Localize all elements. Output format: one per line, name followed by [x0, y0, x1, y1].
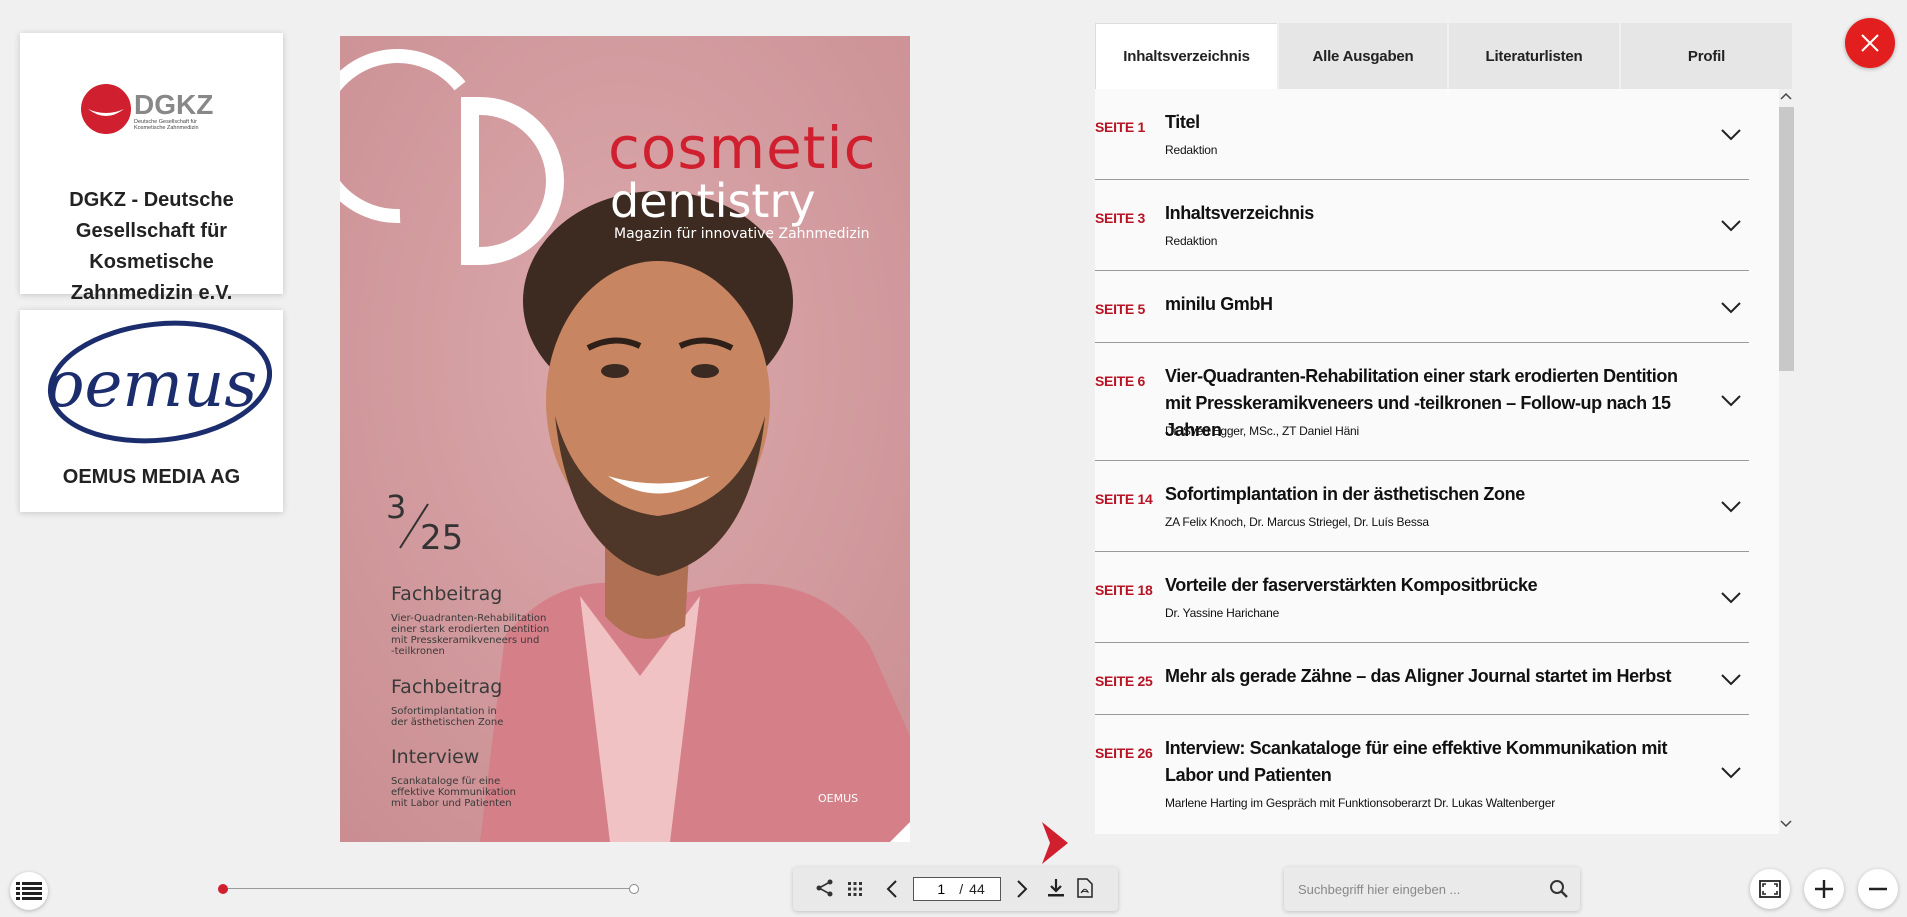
tab-inhaltsverzeichnis[interactable]: Inhaltsverzeichnis	[1095, 23, 1277, 89]
cover-title-dentistry: dentistry	[610, 174, 816, 228]
grid-icon[interactable]	[847, 881, 863, 897]
chevron-down-icon[interactable]	[1721, 129, 1741, 141]
chevron-left-icon[interactable]	[886, 880, 898, 898]
toc-page-label: SEITE 26	[1095, 745, 1153, 761]
toc-page-label: SEITE 18	[1095, 582, 1153, 598]
toc-page-label: SEITE 14	[1095, 491, 1153, 507]
tab-profil[interactable]: Profil	[1621, 23, 1792, 89]
toc-page-label: SEITE 6	[1095, 373, 1146, 389]
chevron-down-icon[interactable]	[1721, 592, 1741, 604]
oemus-logo: oemus	[46, 320, 272, 444]
page-slider-end	[629, 884, 639, 894]
chevron-down-icon[interactable]	[1721, 302, 1741, 314]
toc-item[interactable]: SEITE 1 Titel Redaktion	[1095, 89, 1749, 180]
toc-title: Inhaltsverzeichnis	[1165, 203, 1314, 223]
toc-author: ZA Felix Knoch, Dr. Marcus Striegel, Dr.…	[1165, 515, 1429, 529]
cover-section-text: Vier-Quadranten-Rehabilitation einer sta…	[391, 613, 550, 657]
zoom-in-icon	[1815, 880, 1833, 898]
toc-title: Interview: Scankataloge für eine effekti…	[1165, 738, 1668, 785]
toc-item[interactable]: SEITE 3 Inhaltsverzeichnis Redaktion	[1095, 180, 1749, 271]
toc-item[interactable]: SEITE 26 Interview: Scankataloge für ein…	[1095, 715, 1749, 833]
cover-section-heading: Fachbeitrag	[391, 676, 503, 698]
toc-title: Mehr als gerade Zähne – das Aligner Jour…	[1165, 666, 1672, 686]
cover-section-heading: Interview	[391, 746, 480, 768]
toc-scrollbar-thumb[interactable]	[1779, 107, 1794, 371]
scroll-up-icon[interactable]	[1780, 92, 1792, 100]
toc-page-label: SEITE 1	[1095, 119, 1146, 135]
pdf-icon[interactable]	[1077, 878, 1093, 898]
page-slider-handle[interactable]	[218, 884, 228, 894]
oemus-logo-text: oemus	[46, 348, 257, 422]
tab-literaturlisten[interactable]: Literaturlisten	[1449, 23, 1619, 89]
cover-section-heading: Fachbeitrag	[391, 583, 503, 605]
page-slider-track[interactable]	[223, 888, 635, 889]
page-number-input[interactable]	[929, 881, 954, 897]
svg-text:Kosmetische Zahnmedizin: Kosmetische Zahnmedizin	[134, 125, 199, 131]
close-button[interactable]	[1845, 18, 1895, 68]
toc-title: minilu GmbH	[1165, 294, 1273, 314]
search-bar	[1284, 867, 1580, 911]
toc-item[interactable]: SEITE 14 Sofortimplantation in der ästhe…	[1095, 461, 1749, 552]
toc-author: Marlene Harting im Gespräch mit Funktion…	[1165, 796, 1555, 810]
chevron-down-icon[interactable]	[1721, 501, 1741, 513]
fullscreen-icon	[1759, 880, 1781, 898]
page-total: 44	[969, 881, 985, 897]
chevron-right-icon[interactable]	[1016, 880, 1028, 898]
dgkz-logo: DGKZ Deutsche Gesellschaft für Kosmetisc…	[81, 84, 213, 134]
publisher-card-oemus[interactable]: oemus OEMUS MEDIA AG	[20, 310, 283, 512]
list-icon	[16, 882, 42, 900]
toc-title: Vorteile der faserverstärkten Kompositbr…	[1165, 575, 1538, 595]
toc-page-label: SEITE 25	[1095, 673, 1153, 689]
toc-title: Sofortimplantation in der ästhetischen Z…	[1165, 484, 1525, 504]
publisher-card-dgkz[interactable]: DGKZ Deutsche Gesellschaft für Kosmetisc…	[20, 33, 283, 304]
dgkz-logo-text: DGKZ	[134, 89, 213, 120]
cover-issue-number: 3	[386, 488, 407, 526]
page-indicator: / 44	[913, 877, 1001, 901]
cover-section-text: Sofortimplantation in der ästhetischen Z…	[391, 706, 504, 728]
tab-alle-ausgaben[interactable]: Alle Ausgaben	[1279, 23, 1447, 89]
cover-brand: OEMUS	[818, 792, 859, 805]
toc-page-label: SEITE 3	[1095, 210, 1146, 226]
zoom-in-button[interactable]	[1804, 869, 1844, 909]
zoom-out-icon	[1869, 887, 1887, 891]
cover-subtitle: Magazin für innovative Zahnmedizin	[614, 226, 870, 242]
fullscreen-button[interactable]	[1750, 869, 1790, 909]
toc-title: Titel	[1165, 112, 1200, 132]
close-icon	[1861, 34, 1879, 52]
toc-toggle-button[interactable]	[10, 872, 48, 910]
zoom-out-button[interactable]	[1858, 869, 1898, 909]
chevron-down-icon[interactable]	[1721, 220, 1741, 232]
toc-item[interactable]: SEITE 6 Vier-Quadranten-Rehabilitation e…	[1095, 343, 1749, 461]
publisher-name: OEMUS MEDIA AG	[62, 466, 241, 488]
chevron-down-icon[interactable]	[1721, 395, 1741, 407]
toc-author: Dr. Sven Egger, MSc., ZT Daniel Häni	[1165, 424, 1359, 438]
chevron-down-icon[interactable]	[1721, 674, 1741, 686]
toc-page-label: SEITE 5	[1095, 301, 1146, 317]
cover-issue-year: 25	[420, 518, 464, 558]
toc-item[interactable]: SEITE 18 Vorteile der faserverstärkten K…	[1095, 552, 1749, 643]
next-page-icon[interactable]	[1038, 820, 1072, 866]
toc-item[interactable]: SEITE 5 minilu GmbH	[1095, 271, 1749, 343]
toc-author: Redaktion	[1165, 234, 1218, 248]
download-icon[interactable]	[1047, 878, 1065, 898]
panel-tabs: Inhaltsverzeichnis Alle Ausgaben Literat…	[1095, 23, 1794, 89]
search-input[interactable]	[1298, 879, 1538, 899]
cover-section-text: Scankataloge für eine effektive Kommunik…	[391, 776, 516, 809]
toc-panel: SEITE 1 Titel Redaktion SEITE 3 Inhaltsv…	[1095, 89, 1794, 834]
search-icon[interactable]	[1549, 879, 1569, 899]
publisher-name: DGKZ - Deutsche Gesellschaft für Kosmeti…	[69, 189, 234, 304]
scroll-down-icon[interactable]	[1780, 820, 1792, 828]
toc-item[interactable]: SEITE 25 Mehr als gerade Zähne – das Ali…	[1095, 643, 1749, 715]
share-icon[interactable]	[815, 878, 835, 898]
cover-title-cosmetic: cosmetic	[608, 114, 877, 182]
toc-author: Redaktion	[1165, 143, 1218, 157]
chevron-down-icon[interactable]	[1721, 767, 1741, 779]
magazine-cover[interactable]: cosmetic dentistry Magazin für innovativ…	[340, 36, 910, 842]
toc-author: Dr. Yassine Harichane	[1165, 606, 1280, 620]
navigation-toolbar: / 44	[793, 867, 1118, 911]
page-separator: /	[959, 881, 964, 897]
